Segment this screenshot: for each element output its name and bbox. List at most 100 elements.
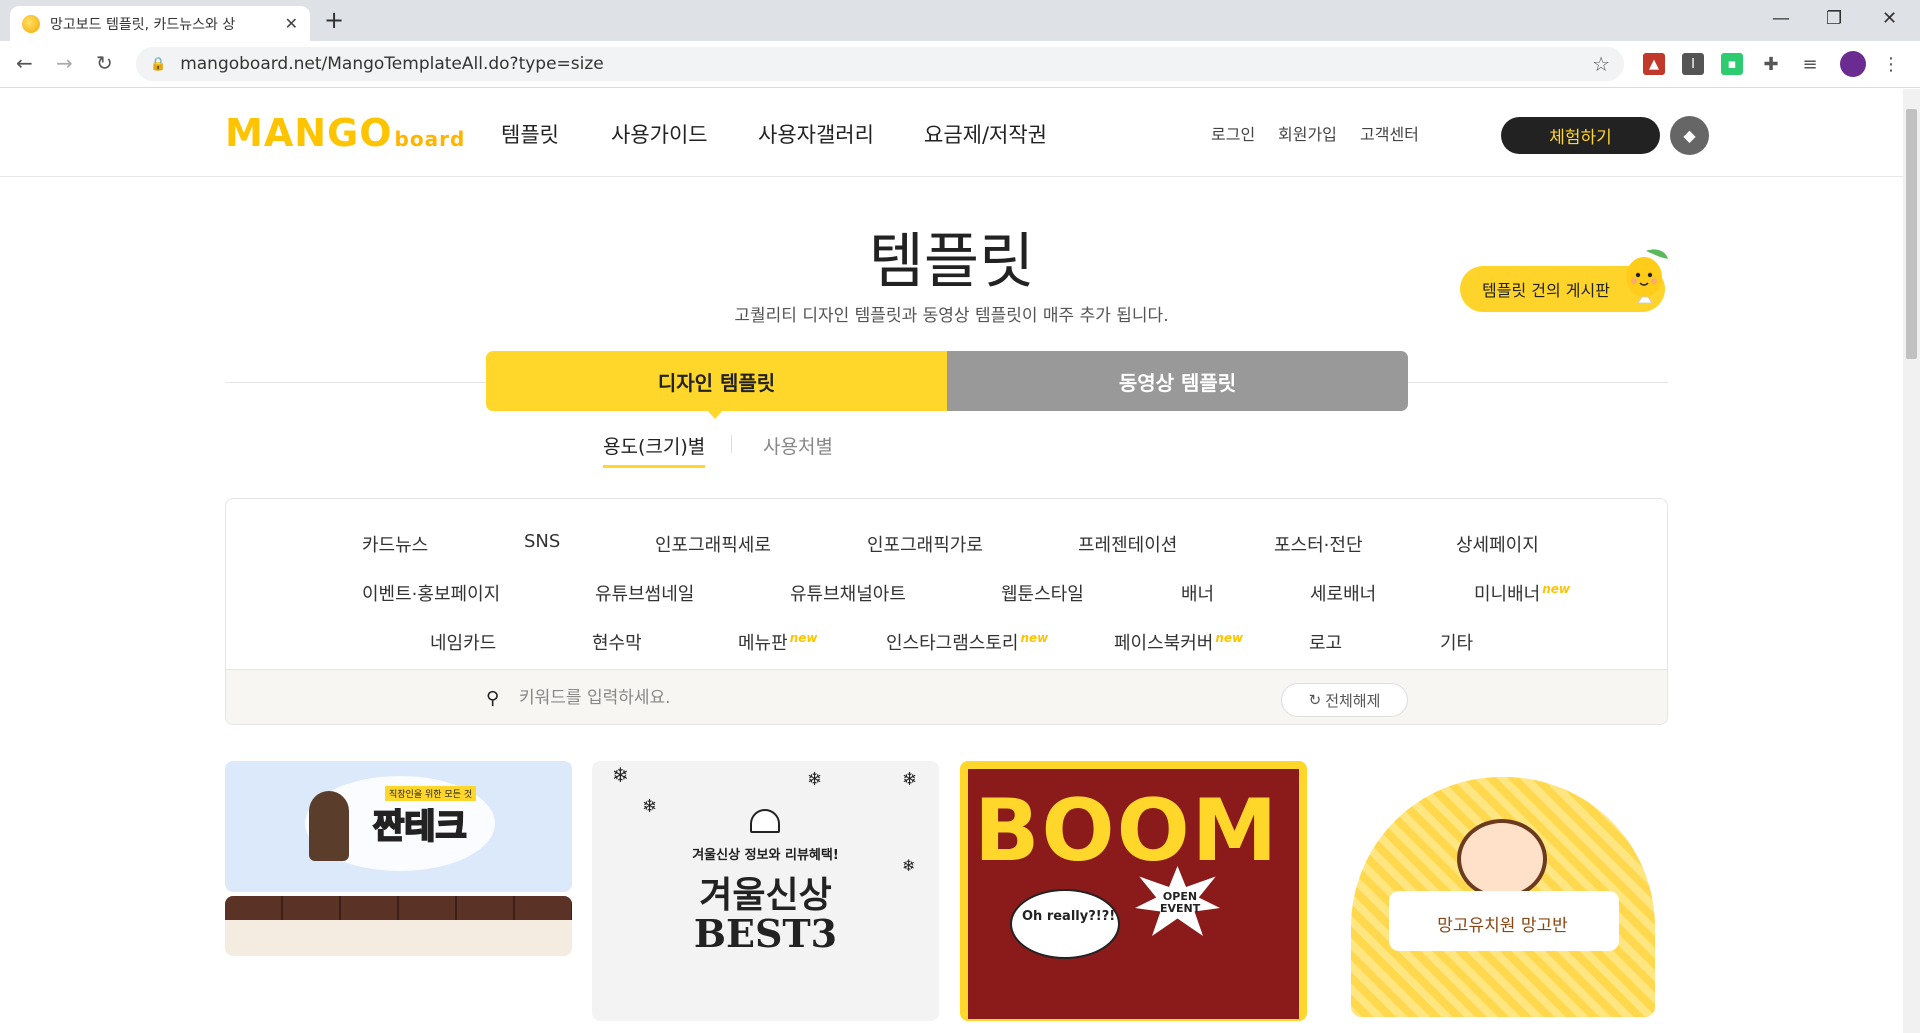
category-box: 카드뉴스 SNS 인포그래픽세로 인포그래픽가로 프레젠테이션 포스터·전단 상… xyxy=(225,498,1668,725)
category-infographic-horizontal[interactable]: 인포그래픽가로 xyxy=(867,531,983,557)
lock-icon[interactable]: 🔒 xyxy=(150,57,166,72)
template-thumbnail[interactable] xyxy=(225,896,572,956)
try-button[interactable]: 체험하기 xyxy=(1501,117,1660,154)
snowflake-icon: ❄ xyxy=(902,769,918,790)
pdf-extension-icon[interactable]: ▲ xyxy=(1643,53,1665,75)
address-bar[interactable]: 🔒 mangoboard.net/MangoTemplateAll.do?typ… xyxy=(136,47,1624,81)
nav-guide[interactable]: 사용가이드 xyxy=(611,119,708,149)
category-infographic-vertical[interactable]: 인포그래픽세로 xyxy=(655,531,771,557)
snowflake-icon: ❄ xyxy=(642,796,658,817)
page-scrollbar[interactable] xyxy=(1903,89,1920,1033)
media-control-icon[interactable]: ≡ xyxy=(1799,53,1821,75)
category-youtube-channel-art[interactable]: 유튜브채널아트 xyxy=(790,580,906,606)
template-thumbnail[interactable]: 망고유치원 망고반 xyxy=(1329,761,1676,1021)
tab-design-templates[interactable]: 디자인 템플릿 xyxy=(486,351,947,411)
category-mini-banner[interactable]: 미니배너 new xyxy=(1474,580,1570,606)
web-page: MANGO board 템플릿 사용가이드 사용자갤러리 요금제/저작권 로그인 … xyxy=(0,89,1903,1033)
tab-video-templates[interactable]: 동영상 템플릿 xyxy=(947,351,1408,411)
thumb-burst-text: OPEN EVENT xyxy=(1160,890,1201,915)
login-link[interactable]: 로그인 xyxy=(1211,121,1255,145)
browser-toolbar: ← → ↻ 🔒 mangoboard.net/MangoTemplateAll.… xyxy=(0,41,1920,88)
reload-icon[interactable]: ↻ xyxy=(96,51,113,75)
thumb-girl-face xyxy=(1457,819,1547,899)
back-icon[interactable]: ← xyxy=(16,51,33,75)
search-icon[interactable]: ⚲ xyxy=(486,688,499,709)
menu-kebab-icon[interactable]: ⋮ xyxy=(1880,53,1902,75)
mango-mascot-icon xyxy=(1626,249,1668,303)
category-banner[interactable]: 배너 xyxy=(1181,580,1214,606)
sitemap-icon[interactable]: ◆ xyxy=(1670,116,1709,155)
thumb-speech-bubble xyxy=(1010,889,1120,959)
category-label: 인스타그램스토리 xyxy=(886,633,1019,654)
suggest-label: 템플릿 건의 게시판 xyxy=(1482,281,1610,300)
restore-icon[interactable]: ❐ xyxy=(1826,8,1842,29)
category-vertical-banner[interactable]: 세로배너 xyxy=(1310,580,1376,606)
new-badge: new xyxy=(1542,582,1571,596)
extension-icon[interactable]: I xyxy=(1682,53,1704,75)
template-thumbnail[interactable]: ❄ ❄ ❄ ❄ ❄ 겨울신상 정보와 리뷰혜택! 겨울신상 BEST3 xyxy=(592,761,939,1021)
subtab-divider xyxy=(731,435,732,453)
minimize-icon[interactable]: — xyxy=(1772,8,1790,29)
subtab-by-size[interactable]: 용도(크기)별 xyxy=(603,432,706,468)
thumb-title: 짠테크 xyxy=(372,806,468,848)
search-row: ⚲ ↻ 전체해제 xyxy=(226,669,1667,724)
category-logo[interactable]: 로고 xyxy=(1309,629,1342,655)
template-thumbnail[interactable]: 직장인을 위한 모든 것 짠테크 xyxy=(225,761,572,892)
category-namecard[interactable]: 네임카드 xyxy=(430,629,496,655)
category-webtoon[interactable]: 웹툰스타일 xyxy=(1001,580,1084,606)
close-window-icon[interactable]: ✕ xyxy=(1882,8,1897,29)
category-instagram-story[interactable]: 인스타그램스토리 new xyxy=(886,629,1048,655)
thumb-person xyxy=(309,791,349,861)
thumb-brick-top xyxy=(225,896,572,920)
category-label: 페이스북커버 xyxy=(1114,633,1214,654)
snowflake-icon: ❄ xyxy=(612,763,629,787)
category-cardnews[interactable]: 카드뉴스 xyxy=(362,531,428,557)
category-presentation[interactable]: 프레젠테이션 xyxy=(1078,531,1177,557)
keyword-search-input[interactable] xyxy=(519,682,1219,714)
forward-icon[interactable]: → xyxy=(56,51,73,75)
close-tab-icon[interactable]: ✕ xyxy=(285,14,298,33)
beanie-icon xyxy=(750,809,780,833)
category-facebook-cover[interactable]: 페이스북커버 new xyxy=(1114,629,1243,655)
url-text[interactable]: mangoboard.net/MangoTemplateAll.do?type=… xyxy=(180,54,1592,74)
browser-tab-title: 망고보드 템플릿, 카드뉴스와 상 xyxy=(50,16,236,33)
category-event-page[interactable]: 이벤트·홍보페이지 xyxy=(362,580,500,606)
browser-tab[interactable]: 망고보드 템플릿, 카드뉴스와 상 ✕ xyxy=(10,6,310,41)
category-placard[interactable]: 현수막 xyxy=(592,629,642,655)
logo-main: MANGO xyxy=(225,111,393,155)
thumb-subtitle: BEST3 xyxy=(693,911,838,956)
category-label: 미니배너 xyxy=(1474,584,1541,605)
nav-gallery[interactable]: 사용자갤러리 xyxy=(758,119,874,149)
mangoboard-logo[interactable]: MANGO board xyxy=(225,111,465,155)
support-link[interactable]: 고객센터 xyxy=(1360,121,1419,145)
category-etc[interactable]: 기타 xyxy=(1440,629,1473,655)
snowflake-icon: ❄ xyxy=(807,769,823,790)
reset-label: 전체해제 xyxy=(1325,691,1381,710)
thumb-title: BOOM xyxy=(974,781,1280,881)
thumb-bubble-text: Oh really?!?! xyxy=(1022,909,1116,924)
new-tab-icon[interactable]: + xyxy=(324,8,344,32)
nav-templates[interactable]: 템플릿 xyxy=(501,119,559,149)
category-detail-page[interactable]: 상세페이지 xyxy=(1456,531,1539,557)
profile-avatar[interactable] xyxy=(1840,51,1866,77)
nav-pricing[interactable]: 요금제/저작권 xyxy=(924,119,1047,149)
thumb-top-text: 겨울신상 정보와 리뷰혜택! xyxy=(692,848,839,863)
category-menu[interactable]: 메뉴판 new xyxy=(738,629,817,655)
category-sns[interactable]: SNS xyxy=(524,531,560,552)
template-thumbnail[interactable]: BOOM Oh really?!?! OPEN EVENT xyxy=(960,761,1307,1021)
template-type-tabs: 디자인 템플릿 동영상 템플릿 xyxy=(486,351,1408,411)
reset-filters-button[interactable]: ↻ 전체해제 xyxy=(1281,683,1408,717)
category-label: 메뉴판 xyxy=(738,633,788,654)
screen-extension-icon[interactable]: ▪ xyxy=(1721,53,1743,75)
scrollbar-thumb[interactable] xyxy=(1906,109,1917,359)
category-youtube-thumbnail[interactable]: 유튜브썸네일 xyxy=(595,580,694,606)
category-poster[interactable]: 포스터·전단 xyxy=(1274,531,1363,557)
puzzle-extensions-icon[interactable]: ✚ xyxy=(1760,53,1782,75)
signup-link[interactable]: 회원가입 xyxy=(1278,121,1337,145)
new-badge: new xyxy=(1020,631,1049,645)
site-header: MANGO board 템플릿 사용가이드 사용자갤러리 요금제/저작권 로그인 … xyxy=(0,89,1903,177)
bookmark-star-icon[interactable]: ☆ xyxy=(1592,52,1610,76)
active-tab-caret xyxy=(706,409,724,419)
thumb-label-text: 망고유치원 망고반 xyxy=(1437,916,1568,936)
subtab-by-usage[interactable]: 사용처별 xyxy=(763,432,833,459)
